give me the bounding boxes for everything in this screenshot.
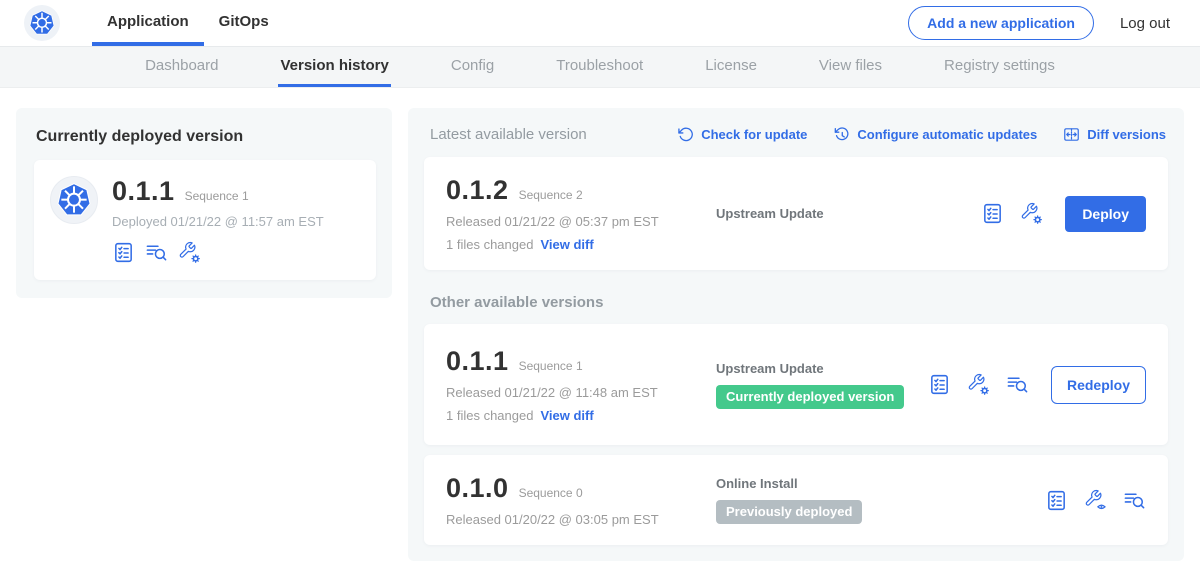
deployed-sequence-label: Sequence 1 — [185, 189, 249, 203]
subnav-config[interactable]: Config — [449, 47, 496, 87]
tab-gitops-label: GitOps — [219, 13, 269, 30]
files-changed-label: 1 files changed — [446, 237, 533, 252]
view-diff-link[interactable]: View diff — [540, 237, 593, 252]
sequence-label: Sequence 1 — [519, 359, 583, 373]
latest-available-title: Latest available version — [430, 126, 587, 143]
available-versions-panel: Latest available version Check for updat… — [408, 108, 1184, 561]
subnav-troubleshoot[interactable]: Troubleshoot — [554, 47, 645, 87]
tab-application-label: Application — [107, 13, 189, 30]
version-row-0-1-2: 0.1.2 Sequence 2 Released 01/21/22 @ 05:… — [424, 157, 1168, 270]
version-row-0-1-1: 0.1.1 Sequence 1 Released 01/21/22 @ 11:… — [424, 324, 1168, 445]
version-number: 0.1.2 — [446, 175, 509, 206]
add-application-button[interactable]: Add a new application — [908, 6, 1094, 40]
deployed-version-card: 0.1.1 Sequence 1 Deployed 01/21/22 @ 11:… — [34, 160, 376, 280]
version-source-label: Upstream Update — [716, 361, 928, 376]
edit-config-icon[interactable] — [967, 373, 990, 396]
deploy-logs-icon[interactable] — [145, 241, 168, 264]
diff-versions-label: Diff versions — [1087, 127, 1166, 142]
top-tabs: Application GitOps — [92, 0, 284, 46]
released-timestamp: Released 01/21/22 @ 11:48 am EST — [446, 385, 698, 400]
subnav-registry-settings[interactable]: Registry settings — [942, 47, 1057, 87]
other-available-versions-title: Other available versions — [430, 294, 1166, 311]
version-number: 0.1.1 — [446, 346, 509, 377]
currently-deployed-badge: Currently deployed version — [716, 385, 904, 409]
redeploy-button[interactable]: Redeploy — [1051, 366, 1146, 404]
subnav-version-history[interactable]: Version history — [278, 47, 390, 87]
check-for-update-label: Check for update — [701, 127, 807, 142]
released-timestamp: Released 01/21/22 @ 05:37 pm EST — [446, 214, 698, 229]
top-nav: Application GitOps Add a new application… — [0, 0, 1200, 47]
currently-deployed-title: Currently deployed version — [36, 128, 376, 146]
previously-deployed-badge: Previously deployed — [716, 500, 862, 524]
kubernetes-logo — [24, 5, 60, 41]
deployed-timestamp: Deployed 01/21/22 @ 11:57 am EST — [112, 214, 324, 229]
version-source-label: Online Install — [716, 476, 1045, 491]
configure-automatic-updates-label: Configure automatic updates — [857, 127, 1037, 142]
subnav-view-files[interactable]: View files — [817, 47, 884, 87]
version-source-label: Upstream Update — [716, 206, 981, 221]
edit-config-icon[interactable] — [1020, 202, 1043, 225]
currently-deployed-panel: Currently deployed version 0.1.1 Sequenc… — [16, 108, 392, 298]
edit-config-icon[interactable] — [178, 241, 201, 264]
release-notes-icon[interactable] — [112, 241, 135, 264]
diff-icon — [1063, 126, 1080, 143]
subnav-license[interactable]: License — [703, 47, 759, 87]
configure-automatic-updates-link[interactable]: Configure automatic updates — [833, 126, 1037, 143]
files-changed-label: 1 files changed — [446, 408, 533, 423]
view-config-icon[interactable] — [1084, 489, 1107, 512]
auto-update-icon — [833, 126, 850, 143]
sequence-label: Sequence 2 — [519, 188, 583, 202]
deploy-logs-icon[interactable] — [1123, 489, 1146, 512]
check-for-update-link[interactable]: Check for update — [677, 126, 807, 143]
version-number: 0.1.0 — [446, 473, 509, 504]
tab-gitops[interactable]: GitOps — [204, 0, 284, 46]
subnav-dashboard[interactable]: Dashboard — [143, 47, 220, 87]
release-notes-icon[interactable] — [928, 373, 951, 396]
released-timestamp: Released 01/20/22 @ 03:05 pm EST — [446, 512, 698, 527]
diff-versions-link[interactable]: Diff versions — [1063, 126, 1166, 143]
release-notes-icon[interactable] — [1045, 489, 1068, 512]
deploy-logs-icon[interactable] — [1006, 373, 1029, 396]
sequence-label: Sequence 0 — [519, 486, 583, 500]
main-content: Currently deployed version 0.1.1 Sequenc… — [0, 88, 1200, 581]
app-logo — [50, 176, 98, 224]
refresh-icon — [677, 126, 694, 143]
deployed-version-number: 0.1.1 — [112, 176, 175, 207]
view-diff-link[interactable]: View diff — [540, 408, 593, 423]
logout-link[interactable]: Log out — [1120, 15, 1170, 32]
release-notes-icon[interactable] — [981, 202, 1004, 225]
deploy-button[interactable]: Deploy — [1065, 196, 1146, 232]
app-sub-nav: Dashboard Version history Config Trouble… — [0, 47, 1200, 88]
version-row-0-1-0: 0.1.0 Sequence 0 Released 01/20/22 @ 03:… — [424, 455, 1168, 545]
tab-application[interactable]: Application — [92, 0, 204, 46]
